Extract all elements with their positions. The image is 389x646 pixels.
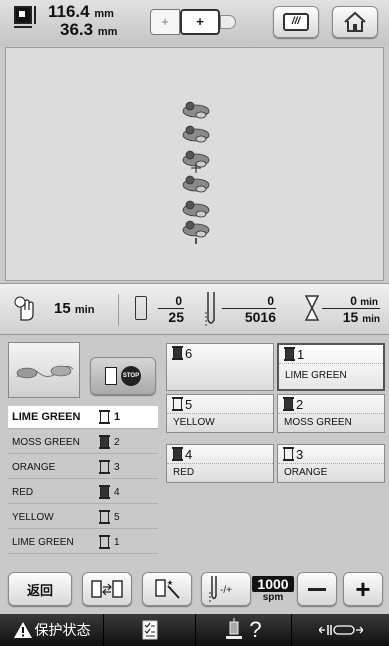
list-item[interactable]: RED 4 [8, 481, 158, 504]
embroidery-canvas[interactable] [5, 47, 384, 281]
hand-timer-icon [14, 296, 34, 321]
sewing-time: 15 min [54, 300, 95, 317]
needle-cell-2[interactable]: 2 MOSS GREEN [277, 394, 385, 433]
design-view-button[interactable]: /// [273, 6, 319, 38]
stop-sign-icon: STOP [121, 366, 141, 386]
height-arrow-icon [34, 6, 42, 24]
divider [118, 294, 119, 326]
design-preview [182, 101, 210, 244]
color-progress: 0 25 [158, 294, 184, 325]
needle-cell-4[interactable]: 4 RED [166, 444, 274, 483]
stitch-progress: 0 5016 [222, 294, 276, 325]
top-bar: 116.4 mm 36.3 mm + + /// [0, 0, 389, 46]
frame-move-button[interactable] [292, 614, 389, 646]
spool-outline-icon [172, 397, 183, 411]
speed-decrease-button[interactable] [297, 572, 337, 606]
list-item[interactable]: LIME GREEN 1 [8, 406, 158, 429]
thread-change-button[interactable] [82, 572, 132, 606]
tension-button[interactable]: -/+ [201, 572, 251, 606]
svg-text:-/+: -/+ [220, 585, 232, 596]
spool-filled-icon [283, 397, 294, 411]
thread-preview [8, 342, 80, 398]
hourglass-icon [304, 295, 320, 321]
frame-preview[interactable]: + + [150, 9, 238, 37]
design-thumbnail-icon [16, 365, 74, 379]
spool-filled-icon [172, 447, 183, 461]
spool-icon [105, 367, 117, 385]
needle-icon [205, 292, 215, 326]
minus-icon [308, 587, 326, 591]
list-item[interactable]: YELLOW 5 [8, 506, 158, 529]
question-icon: ? [249, 617, 262, 642]
checklist-icon [142, 620, 157, 640]
needle-cell-3[interactable]: 3 ORANGE [277, 444, 385, 483]
status-bar: 15 min 0 25 0 5016 0 min 15 min [0, 283, 389, 335]
time-progress: 0 min 15 min [322, 294, 380, 325]
spool-filled-icon [284, 347, 295, 361]
list-item[interactable]: MOSS GREEN 2 [8, 431, 158, 454]
machine-help-icon [226, 618, 243, 639]
needle-tension-icon: -/+ [209, 576, 232, 602]
spool-outline-icon [99, 410, 110, 424]
monitor-icon: /// [283, 13, 309, 31]
spool-outline-icon [99, 460, 110, 474]
frame-holder-icon [220, 15, 236, 29]
plus-icon: + [355, 573, 371, 604]
frame-outer-icon: + [150, 9, 180, 35]
frame-move-icon [318, 625, 363, 635]
speed-increase-button[interactable]: + [343, 572, 383, 606]
needle-cell-1[interactable]: 1 LIME GREEN [277, 343, 385, 391]
list-item[interactable]: ORANGE 3 [8, 456, 158, 479]
home-icon [344, 11, 366, 32]
needle-cell-5[interactable]: 5 YELLOW [166, 394, 274, 433]
thread-cut-button[interactable] [142, 572, 192, 606]
help-button[interactable]: ? [196, 614, 292, 646]
spool-outline-icon [99, 510, 110, 524]
spool-filled-icon [99, 435, 110, 449]
back-button[interactable]: 返回 [8, 572, 72, 606]
list-item[interactable]: LIME GREEN 1 [8, 531, 158, 554]
stop-button[interactable]: STOP [90, 357, 156, 395]
thread-spool-icon [135, 296, 147, 320]
protect-status-button[interactable]: 保护状态 [0, 614, 104, 646]
warning-icon [13, 622, 32, 638]
spool-filled-icon [99, 485, 110, 499]
taskbar: 保护状态 ? [0, 614, 389, 646]
embroidery-size-icon [14, 6, 32, 24]
design-height: 36.3 mm [60, 20, 118, 39]
speed-display: 1000 spm [252, 576, 294, 608]
checklist-button[interactable] [104, 614, 196, 646]
spool-swap-icon [91, 580, 123, 598]
spool-filled-icon [172, 346, 183, 360]
width-arrow-icon [14, 26, 32, 28]
spool-outline-icon [283, 447, 294, 461]
home-button[interactable] [332, 6, 378, 38]
spool-outline-icon [99, 535, 110, 549]
needle-cell-6[interactable]: 6 [166, 343, 274, 391]
frame-inner-icon: + [180, 9, 220, 35]
spool-magic-icon [155, 579, 180, 599]
tool-row: 返回 -/+ 1000 spm + [0, 566, 389, 612]
